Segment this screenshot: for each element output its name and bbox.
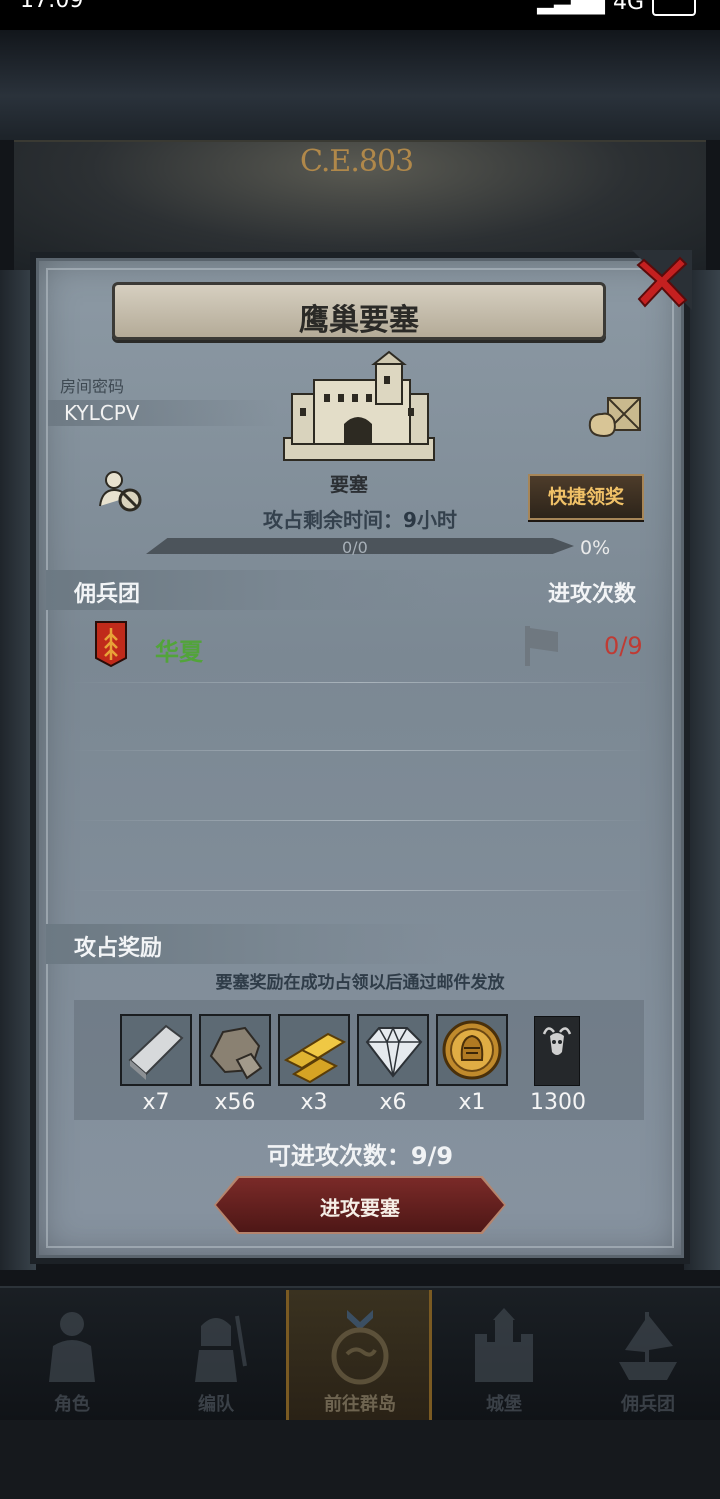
reward-qty: x6 (379, 1090, 407, 1115)
nav-label: 角色 (54, 1394, 90, 1415)
progress-percent: 0% (580, 537, 611, 559)
reward-qty: x1 (458, 1090, 486, 1115)
signal-icon: ▂▃▅▆ (537, 0, 605, 15)
nav-tab-islands[interactable]: 前往群岛 (288, 1286, 432, 1420)
reward-qty: x7 (142, 1090, 170, 1115)
castle-icon (475, 1308, 533, 1382)
status-time: 17:09 (20, 0, 84, 13)
reward-qty: x3 (300, 1090, 328, 1115)
reward-note: 要塞奖励在成功占领以后通过邮件发放 (215, 973, 505, 993)
guild-attack-count: 0/9 (604, 632, 643, 660)
row-divider (70, 820, 650, 821)
dialog-title: 鹰巢要塞 (299, 303, 419, 338)
reward-gold-bars[interactable] (278, 1014, 350, 1086)
status-right: ▂▃▅▆ 4G (537, 0, 696, 16)
honor-banner-icon[interactable] (534, 1016, 580, 1086)
nav-tab-mercenary[interactable]: 佣兵团 (576, 1286, 720, 1420)
era-label: C.E.803 (300, 144, 414, 179)
knight-coin-icon (438, 1016, 506, 1084)
room-code: KYLCPV (64, 401, 140, 425)
guild-banner-icon (95, 621, 127, 668)
remaining-attacks: 可进攻次数：9/9 (266, 1142, 454, 1170)
nav-tab-character[interactable]: 角色 (0, 1286, 144, 1420)
row-divider (70, 750, 650, 751)
close-icon[interactable] (632, 250, 692, 310)
bottom-pad (0, 1420, 720, 1499)
fortress-icon (283, 350, 435, 461)
nav-label: 前往群岛 (324, 1394, 396, 1415)
diamond-icon (359, 1016, 427, 1084)
nav-label: 佣兵团 (621, 1394, 675, 1415)
row-divider (70, 890, 650, 891)
reward-qty: 1300 (530, 1090, 586, 1115)
rewards-section-title: 攻占奖励 (74, 936, 163, 961)
background-top (0, 30, 720, 140)
reward-qty: x56 (214, 1090, 256, 1115)
reward-ore[interactable] (199, 1014, 271, 1086)
flag-icon (525, 626, 558, 666)
time-remaining-unit: 小时 (416, 508, 457, 532)
attack-count-header: 进攻次数 (548, 582, 637, 607)
time-remaining: 攻占剩余时间：9小时 (0, 504, 720, 533)
title-banner: 鹰巢要塞 (112, 282, 606, 340)
gold-bars-icon (280, 1016, 348, 1084)
islands-compass-icon (331, 1310, 389, 1385)
battery-icon (652, 0, 696, 16)
time-remaining-value: 9 (403, 508, 417, 532)
row-divider (70, 682, 650, 683)
silver-ingot-icon (122, 1016, 190, 1084)
attack-fortress-button[interactable] (216, 1178, 504, 1232)
reward-silver-ingot[interactable] (120, 1014, 192, 1086)
character-icon (49, 1312, 95, 1382)
fortress-label: 要塞 (330, 474, 369, 496)
network-label: 4G (612, 0, 644, 15)
game-screen: 17:09 ▂▃▅▆ 4G C.E.803 鹰巢要塞 房间密码 KYLCPV 要… (0, 0, 720, 1499)
room-password-label: 房间密码 (60, 377, 125, 396)
formation-icon (195, 1315, 247, 1382)
nav-tab-castle[interactable]: 城堡 (432, 1286, 576, 1420)
mercenary-ship-icon (619, 1312, 677, 1380)
supply-bag-icon[interactable] (584, 392, 644, 438)
reward-knight-coin[interactable] (436, 1014, 508, 1086)
mercenary-section-title: 佣兵团 (74, 582, 141, 607)
ore-icon (201, 1016, 269, 1084)
time-remaining-label: 攻占剩余时间： (263, 508, 404, 532)
status-bar: 17:09 ▂▃▅▆ 4G (0, 0, 720, 30)
guild-name: 华夏 (155, 638, 203, 666)
nav-tab-formation[interactable]: 编队 (144, 1286, 288, 1420)
nav-label: 城堡 (486, 1394, 522, 1415)
progress-text: 0/0 (342, 538, 368, 557)
nav-label: 编队 (198, 1394, 234, 1415)
reward-diamond[interactable] (357, 1014, 429, 1086)
